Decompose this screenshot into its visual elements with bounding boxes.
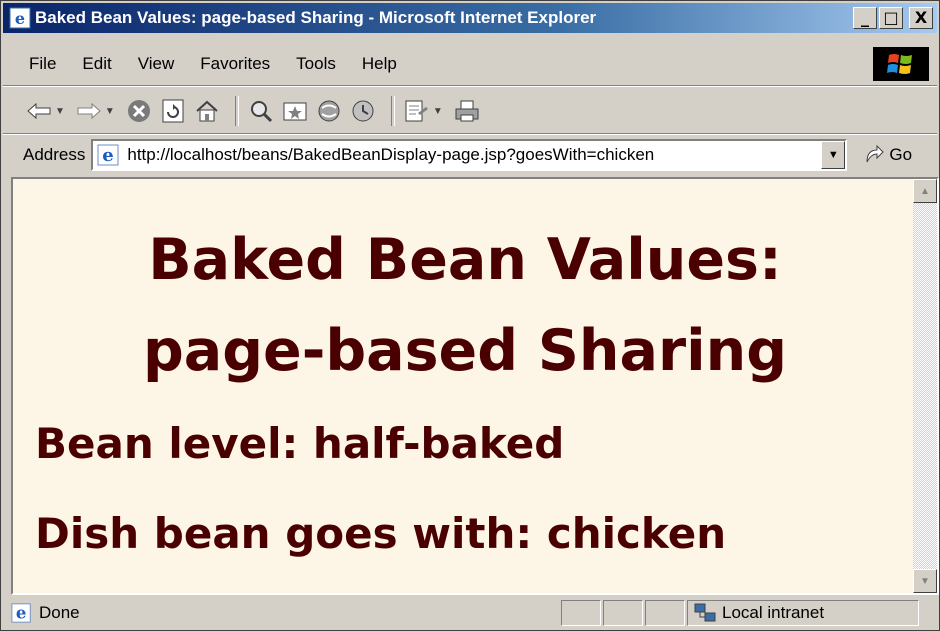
svg-text:e: e	[15, 9, 25, 28]
toolbar-separator	[3, 85, 937, 87]
menu-file[interactable]: File	[3, 54, 69, 74]
forward-dropdown-icon[interactable]: ▼	[105, 106, 115, 117]
menu-view[interactable]: View	[125, 54, 188, 74]
ie-status-icon: e	[11, 603, 31, 623]
toolbar-divider	[234, 96, 239, 126]
address-input[interactable]: e http://localhost/beans/BakedBeanDispla…	[91, 139, 848, 171]
windows-logo-icon	[873, 47, 929, 81]
ie-page-icon: e	[97, 144, 119, 166]
close-button[interactable]: X	[909, 7, 933, 29]
media-icon[interactable]	[315, 97, 343, 125]
menu-help[interactable]: Help	[349, 54, 410, 74]
status-bar: e Done Local intranet	[3, 597, 937, 629]
go-arrow-icon	[866, 144, 885, 163]
status-text: Done	[39, 603, 80, 622]
home-icon[interactable]	[193, 97, 221, 125]
status-cell-1	[561, 600, 601, 626]
menu-favorites[interactable]: Favorites	[187, 54, 283, 74]
menu-tools[interactable]: Tools	[283, 54, 349, 74]
goes-with-text: Dish bean goes with: chicken	[35, 509, 727, 558]
status-cell-3	[645, 600, 685, 626]
zone-text: Local intranet	[722, 603, 825, 622]
forward-icon[interactable]	[75, 97, 103, 125]
local-intranet-icon	[694, 603, 716, 622]
page-viewport: Baked Bean Values: page-based Sharing Be…	[11, 177, 939, 595]
bean-level-text: Bean level: half-baked	[35, 419, 565, 468]
title-bar[interactable]: e Baked Bean Values: page-based Sharing …	[3, 3, 937, 33]
address-url[interactable]: http://localhost/beans/BakedBeanDisplay-…	[127, 145, 654, 165]
scroll-up-icon[interactable]: ▲	[913, 179, 937, 203]
ie-app-icon: e	[9, 7, 31, 29]
vertical-scrollbar[interactable]: ▲ ▼	[913, 179, 937, 593]
go-button[interactable]: Go	[863, 144, 912, 166]
print-icon[interactable]	[453, 97, 481, 125]
status-cell-2	[603, 600, 643, 626]
scroll-down-icon[interactable]: ▼	[913, 569, 937, 593]
page-title: Baked Bean Values: page-based Sharing	[13, 215, 917, 397]
go-label: Go	[889, 145, 913, 164]
mail-dropdown-icon[interactable]: ▼	[433, 106, 443, 117]
svg-text:e: e	[103, 145, 114, 166]
status-main: e Done	[11, 602, 561, 624]
page-title-line-1: Baked Bean Values:	[148, 227, 782, 293]
minimize-button[interactable]: _	[853, 7, 877, 29]
favorites-icon[interactable]	[281, 97, 309, 125]
history-icon[interactable]	[349, 97, 377, 125]
standard-toolbar: ▼ ▼ ▼	[3, 89, 937, 133]
refresh-icon[interactable]	[159, 97, 187, 125]
menu-bar: File Edit View Favorites Tools Help	[3, 47, 937, 81]
page-content: Baked Bean Values: page-based Sharing Be…	[13, 179, 917, 593]
zone-cell: Local intranet	[687, 600, 919, 626]
address-bar: Address e http://localhost/beans/BakedBe…	[3, 135, 937, 175]
maximize-button[interactable]: □	[879, 7, 903, 29]
window-title: Baked Bean Values: page-based Sharing - …	[35, 8, 597, 27]
browser-window: e Baked Bean Values: page-based Sharing …	[0, 0, 940, 631]
page-title-line-2: page-based Sharing	[142, 318, 787, 385]
mail-icon[interactable]	[403, 97, 431, 125]
svg-text:e: e	[16, 604, 27, 623]
stop-icon[interactable]	[125, 97, 153, 125]
menu-edit[interactable]: Edit	[69, 54, 124, 74]
back-dropdown-icon[interactable]: ▼	[55, 106, 65, 117]
address-label: Address	[23, 145, 86, 164]
toolbar-divider-2	[390, 96, 395, 126]
back-icon[interactable]	[25, 97, 53, 125]
address-dropdown-icon[interactable]: ▼	[821, 141, 846, 169]
search-icon[interactable]	[247, 97, 275, 125]
